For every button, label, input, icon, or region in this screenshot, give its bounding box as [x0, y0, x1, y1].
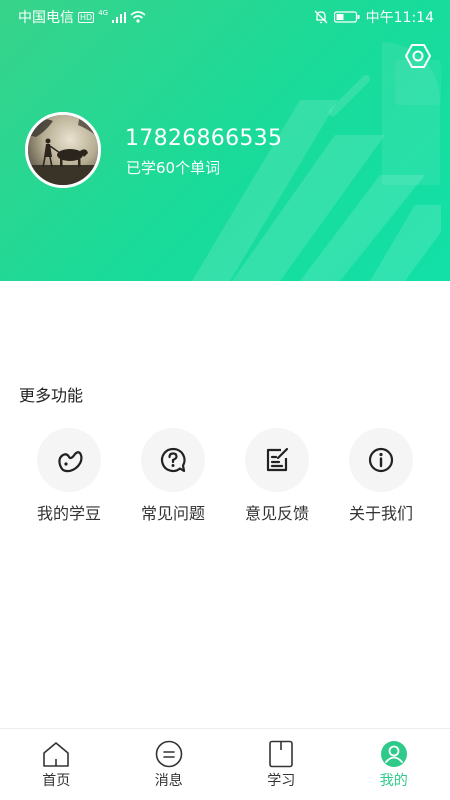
- bean-icon: [58, 451, 83, 473]
- faq-button[interactable]: 常见问题: [123, 428, 223, 524]
- user-icon: [380, 741, 407, 767]
- nav-messages[interactable]: 消息: [113, 729, 226, 800]
- info-icon: [368, 447, 394, 473]
- nav-messages-label: 消息: [154, 773, 183, 789]
- nav-mine-label: 我的: [379, 773, 408, 789]
- status-bar: 中国电信 HD 4G 中午11:14: [0, 0, 450, 32]
- nav-study-label: 学习: [267, 773, 296, 789]
- avatar[interactable]: [25, 112, 101, 188]
- avatar-image: [28, 115, 98, 185]
- nav-mine[interactable]: 我的: [338, 729, 450, 800]
- faq-label: 常见问题: [140, 504, 205, 523]
- mute-bell-icon: [314, 10, 328, 24]
- feedback-label: 意见反馈: [244, 504, 309, 523]
- learned-words-text: 已学60个单词: [126, 159, 221, 177]
- battery-icon: [333, 11, 360, 23]
- signal-icon: [112, 11, 127, 23]
- my-beans-button[interactable]: 我的学豆: [19, 428, 119, 524]
- settings-button[interactable]: [404, 42, 432, 70]
- book-icon: [269, 740, 294, 768]
- question-icon: [160, 447, 186, 473]
- profile-header: 中国电信 HD 4G 中午11:14 17826866535 已学60个单词: [0, 0, 450, 281]
- my-beans-label: 我的学豆: [36, 504, 101, 523]
- wifi-icon: [130, 11, 146, 23]
- user-phone: 17826866535: [125, 126, 283, 151]
- more-functions-title: 更多功能: [19, 386, 84, 405]
- about-us-button[interactable]: 关于我们: [331, 428, 431, 524]
- carrier-label: 中国电信: [18, 10, 74, 26]
- about-us-label: 关于我们: [348, 504, 413, 523]
- gear-icon: [405, 44, 431, 68]
- hd-badge: HD: [78, 11, 95, 23]
- nav-home[interactable]: 首页: [0, 729, 113, 800]
- network-label: 4G: [98, 9, 109, 17]
- message-icon: [155, 740, 183, 768]
- nav-home-label: 首页: [42, 773, 71, 789]
- feedback-button[interactable]: 意见反馈: [227, 428, 327, 524]
- bottom-nav: 首页 消息 学习 我的: [0, 728, 450, 800]
- feedback-icon: [266, 447, 289, 472]
- profile-page: 中国电信 HD 4G 中午11:14 17826866535 已学60个单词 更…: [0, 0, 450, 800]
- nav-study[interactable]: 学习: [225, 729, 338, 800]
- clock-label: 中午11:14: [365, 10, 434, 26]
- home-icon: [43, 742, 70, 767]
